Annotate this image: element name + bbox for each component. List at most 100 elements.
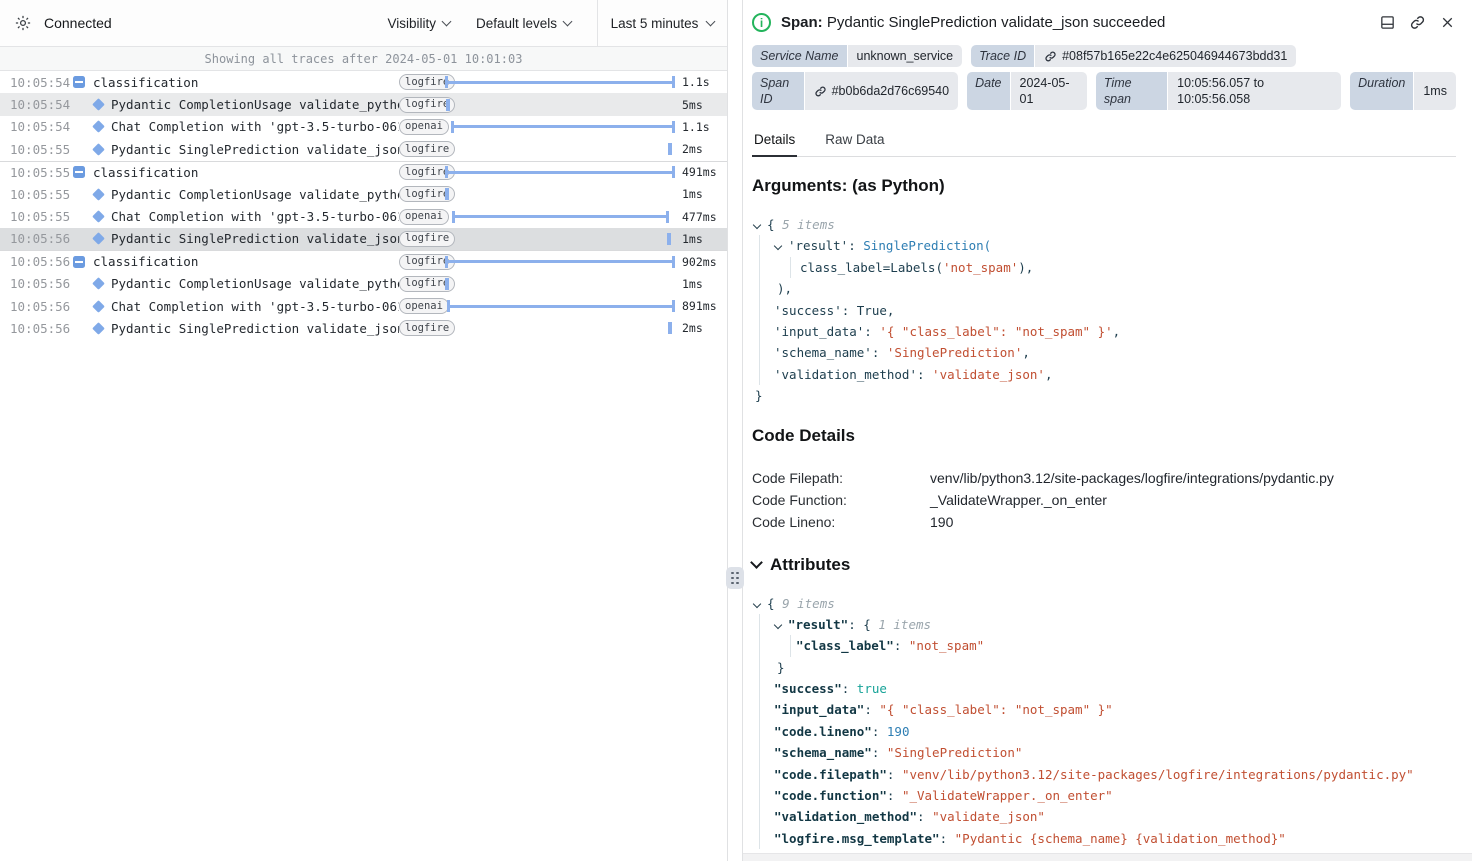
- code-segment: :: [842, 681, 857, 696]
- trace-row[interactable]: 10:05:55classificationlogfire491ms: [0, 161, 727, 183]
- close-icon[interactable]: [1439, 14, 1456, 31]
- meta-chip-value-text: 2024-05-01: [1020, 75, 1078, 107]
- code-segment: "logfire.msg_template": [774, 831, 940, 846]
- duration-tick: [445, 188, 449, 200]
- span-diamond-icon: [92, 188, 105, 201]
- code-line: 'result': SinglePrediction(: [752, 235, 1456, 256]
- meta-chip-value-text: 1ms: [1423, 83, 1447, 99]
- code-segment: 'SinglePrediction': [887, 345, 1022, 360]
- gear-icon[interactable]: [14, 14, 32, 32]
- code-segment: :: [894, 638, 909, 653]
- duration-bar: [451, 125, 675, 128]
- tab-details[interactable]: Details: [752, 127, 797, 157]
- span-name: Chat Completion with 'gpt-3.5-turbo-0613…: [111, 209, 399, 224]
- meta-chip-label: Span ID: [752, 72, 804, 110]
- trace-row[interactable]: 10:05:54classificationlogfire1.1s: [0, 71, 727, 93]
- meta-chip: Span ID#b0b6da2d76c69540: [752, 72, 958, 110]
- trace-row[interactable]: 10:05:56Pydantic CompletionUsage validat…: [0, 273, 727, 295]
- trace-row[interactable]: 10:05:54Chat Completion with 'gpt-3.5-tu…: [0, 116, 727, 138]
- row-timestamp: 10:05:54: [10, 119, 68, 134]
- code-segment: 'not_spam': [943, 260, 1018, 275]
- code-segment: "class_label": [796, 638, 894, 653]
- chevron-down-icon: [442, 16, 452, 26]
- row-timestamp: 10:05:56: [10, 299, 68, 314]
- code-segment: true: [857, 681, 887, 696]
- trace-row[interactable]: 10:05:54Pydantic CompletionUsage validat…: [0, 93, 727, 115]
- code-segment: :: [848, 617, 863, 632]
- code-detail-label: Code Filepath:: [752, 467, 930, 489]
- resize-grip-handle[interactable]: [726, 567, 744, 589]
- trace-row[interactable]: 10:05:56Chat Completion with 'gpt-3.5-tu…: [0, 295, 727, 317]
- meta-chip-value[interactable]: #08f57b165e22c4e625046944673bdd31: [1035, 45, 1296, 67]
- attributes-toggle[interactable]: Attributes: [752, 555, 1456, 575]
- duration-label: 1ms: [675, 187, 727, 201]
- meta-chip-label: Date: [967, 72, 1009, 110]
- link-icon: [1044, 50, 1057, 63]
- code-details-rows: Code Filepath:venv/lib/python3.12/site-p…: [752, 467, 1456, 533]
- chevron-down-icon: [706, 16, 716, 26]
- trace-row[interactable]: 10:05:56Pydantic SinglePrediction valida…: [0, 317, 727, 339]
- trace-row[interactable]: 10:05:56Pydantic SinglePrediction valida…: [0, 228, 727, 250]
- source-badge: openai: [399, 119, 449, 135]
- trace-row[interactable]: 10:05:56classificationlogfire902ms: [0, 250, 727, 272]
- duration-tick: [668, 143, 672, 155]
- source-badge: openai: [399, 209, 449, 225]
- indent-guide: [759, 278, 760, 299]
- duration-tick: [667, 233, 671, 245]
- collapse-chevron-icon[interactable]: [753, 599, 761, 607]
- collapse-toggle-icon[interactable]: [73, 256, 85, 268]
- code-segment: :: [887, 788, 902, 803]
- duration-label: 1ms: [675, 232, 727, 246]
- timeline-bar-zone: [445, 116, 675, 138]
- duration-label: 902ms: [675, 255, 727, 269]
- time-range-dropdown[interactable]: Last 5 minutes: [597, 0, 727, 47]
- duration-label: 477ms: [675, 210, 727, 224]
- scrollbar-track[interactable]: [743, 853, 1472, 861]
- code-details-heading: Code Details: [752, 426, 1456, 446]
- meta-chip-value: 1ms: [1414, 72, 1456, 110]
- trace-row[interactable]: 10:05:55Chat Completion with 'gpt-3.5-tu…: [0, 205, 727, 227]
- indent-guide: [759, 364, 760, 385]
- meta-chip-value-text: #08f57b165e22c4e625046944673bdd31: [1062, 48, 1287, 64]
- visibility-dropdown[interactable]: Visibility: [387, 16, 450, 31]
- collapse-chevron-icon[interactable]: [774, 242, 782, 250]
- indent-guide: [759, 785, 760, 806]
- collapse-chevron-icon[interactable]: [753, 221, 761, 229]
- code-line: }: [752, 385, 1456, 406]
- indent-guide: [759, 828, 760, 849]
- timeline-bar-zone: [445, 71, 675, 93]
- code-segment: {: [767, 596, 782, 611]
- trace-row[interactable]: 10:05:55Pydantic CompletionUsage validat…: [0, 183, 727, 205]
- span-name: Pydantic SinglePrediction validate_json: [111, 231, 399, 246]
- duration-label: 1.1s: [675, 75, 727, 89]
- code-segment: "input_data": [774, 702, 864, 717]
- span-name: Pydantic CompletionUsage validate_python: [111, 187, 399, 202]
- code-segment: "SinglePrediction": [887, 745, 1022, 760]
- span-detail-header: i Span: Pydantic SinglePrediction valida…: [752, 13, 1456, 32]
- collapse-toggle-icon[interactable]: [73, 76, 85, 88]
- meta-chip-label: Service Name: [752, 45, 847, 67]
- code-segment: "venv/lib/python3.12/site-packages/logfi…: [902, 767, 1414, 782]
- collapse-toggle-icon[interactable]: [73, 166, 85, 178]
- code-segment: }: [755, 388, 763, 403]
- meta-chip-value[interactable]: #b0b6da2d76c69540: [805, 72, 958, 110]
- code-segment: {: [767, 217, 782, 232]
- meta-chip: Time span10:05:56.057 to 10:05:56.058: [1096, 72, 1341, 110]
- dock-panel-icon[interactable]: [1379, 14, 1396, 31]
- meta-chip-label: Trace ID: [971, 45, 1034, 67]
- collapse-chevron-icon[interactable]: [774, 621, 782, 629]
- indent-guide: [759, 614, 760, 635]
- row-timestamp: 10:05:55: [10, 165, 68, 180]
- span-name: Pydantic CompletionUsage validate_python: [111, 97, 399, 112]
- default-levels-dropdown[interactable]: Default levels: [476, 16, 571, 31]
- duration-label: 891ms: [675, 299, 727, 313]
- copy-link-icon[interactable]: [1409, 14, 1426, 31]
- meta-chip-value-text: unknown_service: [857, 48, 954, 64]
- timeline-bar-zone: [445, 162, 675, 183]
- span-diamond-icon: [92, 300, 105, 313]
- span-name: Pydantic SinglePrediction validate_json: [111, 321, 399, 336]
- code-detail-value: venv/lib/python3.12/site-packages/logfir…: [930, 467, 1334, 489]
- code-segment: '{ "class_label": "not_spam" }': [879, 324, 1112, 339]
- tab-raw-data[interactable]: Raw Data: [823, 127, 886, 156]
- trace-row[interactable]: 10:05:55Pydantic SinglePrediction valida…: [0, 138, 727, 160]
